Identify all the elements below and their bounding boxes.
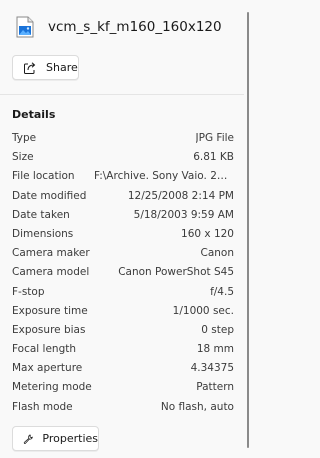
scrollbar-thumb[interactable] <box>247 12 249 448</box>
detail-label: File location <box>12 170 75 183</box>
detail-label: Focal length <box>12 343 77 356</box>
detail-label: Size <box>12 151 34 164</box>
detail-row: Date taken 5/18/2003 9:59 AM <box>12 208 234 227</box>
details-heading: Details <box>12 108 56 121</box>
file-name: vcm_s_kf_m160_160x120 <box>48 19 222 35</box>
detail-value: f/4.5 <box>210 285 234 298</box>
detail-value: 12/25/2008 2:14 PM <box>127 189 234 202</box>
image-file-icon <box>16 16 34 38</box>
detail-row: Focal length 18 mm <box>12 342 234 361</box>
detail-row: Exposure time 1/1000 sec. <box>12 304 234 323</box>
detail-row: File location F:\Archive. Sony Vaio. 2003… <box>12 169 234 188</box>
detail-row: Date modified 12/25/2008 2:14 PM <box>12 189 234 208</box>
share-label: Share <box>46 61 78 74</box>
detail-row: Dimensions 160 x 120 <box>12 227 234 246</box>
detail-label: Camera model <box>12 266 90 279</box>
detail-value: 160 x 120 <box>181 227 234 240</box>
detail-label: Exposure bias <box>12 323 86 336</box>
detail-row: Max aperture 4.34375 <box>12 361 234 380</box>
file-header: vcm_s_kf_m160_160x120 <box>16 16 222 38</box>
detail-value: 6.81 KB <box>193 151 234 164</box>
properties-button[interactable]: Properties <box>12 426 99 451</box>
wrench-icon <box>23 433 33 444</box>
share-icon <box>24 61 36 74</box>
detail-row: Metering mode Pattern <box>12 380 234 399</box>
detail-row: Flash mode No flash, auto <box>12 400 234 419</box>
detail-row: Camera maker Canon <box>12 246 234 265</box>
detail-value: Canon PowerShot S45 <box>118 266 234 279</box>
detail-label: Metering mode <box>12 381 92 394</box>
detail-row: Type JPG File <box>12 131 234 150</box>
scrollbar[interactable] <box>244 0 250 458</box>
detail-label: Date taken <box>12 208 70 221</box>
detail-row: Camera model Canon PowerShot S45 <box>12 265 234 284</box>
detail-label: F-stop <box>12 285 45 298</box>
detail-row: Size 6.81 KB <box>12 150 234 169</box>
detail-label: Camera maker <box>12 247 90 260</box>
detail-label: Exposure time <box>12 304 88 317</box>
detail-label: Date modified <box>12 189 87 202</box>
detail-value: Canon <box>200 247 235 260</box>
detail-row: Exposure bias 0 step <box>12 323 234 342</box>
details-list: Type JPG File Size 6.81 KB File location F:\A… <box>12 131 234 419</box>
detail-label: Flash mode <box>12 400 73 413</box>
detail-value: 4.34375 <box>190 362 234 375</box>
detail-value: 1/1000 sec. <box>172 304 234 317</box>
detail-label: Max aperture <box>12 362 83 375</box>
details-pane: vcm_s_kf_m160_160x120 Share Details Type… <box>0 0 244 458</box>
detail-value: 5/18/2003 9:59 AM <box>133 208 234 221</box>
detail-row: F-stop f/4.5 <box>12 285 234 304</box>
detail-label: Dimensions <box>12 227 74 240</box>
properties-label: Properties <box>42 432 98 445</box>
detail-value: 18 mm <box>196 343 234 356</box>
detail-value: 0 step <box>201 323 234 336</box>
detail-label: Type <box>12 132 37 144</box>
detail-value: No flash, auto <box>160 400 234 413</box>
share-button[interactable]: Share <box>12 55 79 80</box>
detail-value: F:\Archive. Sony Vaio. 2003.20... <box>94 170 234 183</box>
detail-value: JPG File <box>195 132 234 144</box>
detail-value: Pattern <box>196 381 234 394</box>
divider <box>0 94 244 95</box>
